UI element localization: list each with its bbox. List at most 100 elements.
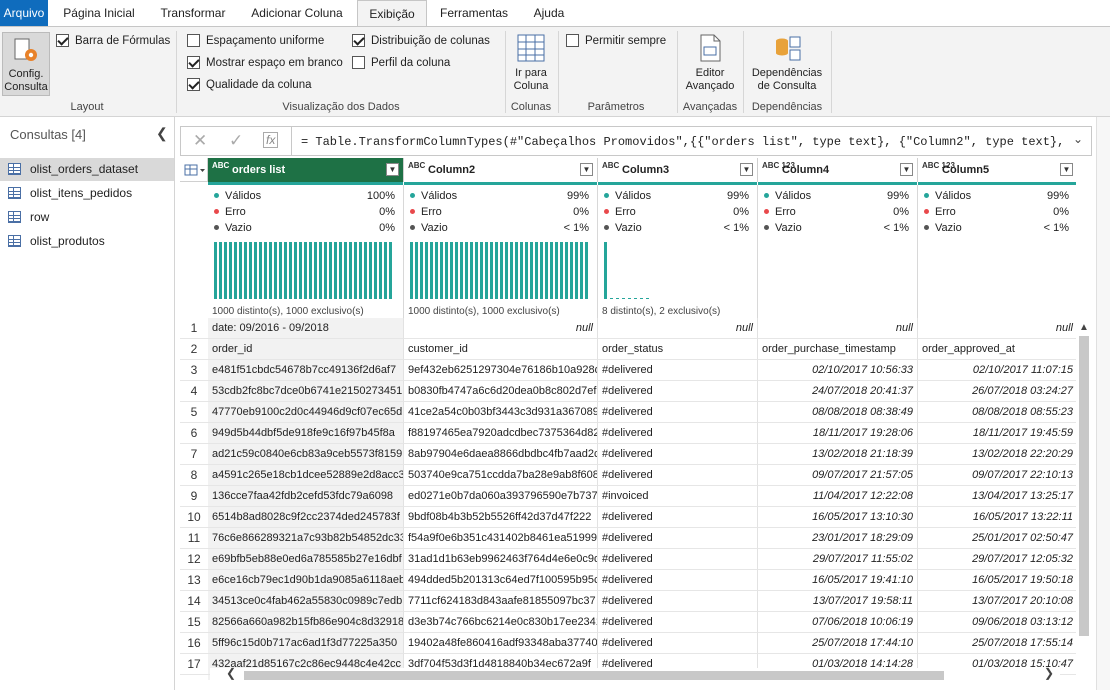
table-cell[interactable]: #delivered bbox=[598, 633, 758, 654]
horizontal-scrollbar[interactable]: ❮ ❯ bbox=[210, 666, 1060, 682]
horizontal-scroll-thumb[interactable] bbox=[244, 671, 944, 680]
column-distribution-checkbox[interactable]: Distribuição de colunas bbox=[352, 33, 490, 49]
row-number[interactable]: 1 bbox=[180, 318, 208, 339]
filter-dropdown-icon[interactable]: ▼ bbox=[740, 163, 753, 176]
column-distribution-check-box[interactable] bbox=[352, 34, 365, 47]
table-cell[interactable]: order_status bbox=[598, 339, 758, 360]
tab-transformar[interactable]: Transformar bbox=[150, 0, 236, 26]
tab-pagina-inicial[interactable]: Página Inicial bbox=[56, 0, 142, 26]
table-cell[interactable]: order_approved_at bbox=[918, 339, 1076, 360]
table-cell[interactable]: 41ce2a54c0b03bf3443c3d931a367089 bbox=[404, 402, 598, 423]
table-cell[interactable]: #delivered bbox=[598, 444, 758, 465]
row-number[interactable]: 17 bbox=[180, 654, 208, 675]
always-allow-check-box[interactable] bbox=[566, 34, 579, 47]
formula-text[interactable]: = Table.TransformColumnTypes(#"Cabeçalho… bbox=[301, 135, 1061, 149]
table-cell[interactable]: e481f51cbdc54678b7cc49136f2d6af7 bbox=[208, 360, 404, 381]
table-cell[interactable]: 29/07/2017 11:55:02 bbox=[758, 549, 918, 570]
monospace-check-box[interactable] bbox=[187, 34, 200, 47]
table-cell[interactable]: d3e3b74c766bc6214e0c830b17ee2341 bbox=[404, 612, 598, 633]
cancel-x-icon[interactable]: ✕ bbox=[193, 131, 207, 151]
row-number[interactable]: 8 bbox=[180, 465, 208, 486]
table-cell[interactable]: 6514b8ad8028c9f2cc2374ded245783f bbox=[208, 507, 404, 528]
table-cell[interactable]: 25/01/2017 02:50:47 bbox=[918, 528, 1076, 549]
table-cell[interactable]: 09/07/2017 21:57:05 bbox=[758, 465, 918, 486]
table-cell[interactable]: 11/04/2017 12:22:08 bbox=[758, 486, 918, 507]
query-item-olist-produtos[interactable]: olist_produtos bbox=[0, 230, 174, 253]
commit-check-icon[interactable]: ✓ bbox=[229, 131, 243, 151]
table-cell[interactable]: #delivered bbox=[598, 528, 758, 549]
scroll-right-icon[interactable]: ❯ bbox=[1044, 666, 1054, 680]
row-number[interactable]: 7 bbox=[180, 444, 208, 465]
tab-exibicao[interactable]: Exibição bbox=[357, 0, 427, 27]
table-cell[interactable]: 31ad1d1b63eb9962463f764d4e6e0c9d bbox=[404, 549, 598, 570]
table-cell[interactable]: 07/06/2018 10:06:19 bbox=[758, 612, 918, 633]
table-cell[interactable]: 02/10/2017 11:07:15 bbox=[918, 360, 1076, 381]
table-cell[interactable]: 08/08/2018 08:38:49 bbox=[758, 402, 918, 423]
table-cell[interactable]: #delivered bbox=[598, 360, 758, 381]
table-cell[interactable]: null bbox=[758, 318, 918, 339]
tab-adicionar-coluna[interactable]: Adicionar Coluna bbox=[244, 0, 350, 26]
table-cell[interactable]: 76c6e866289321a7c93b82b54852dc33 bbox=[208, 528, 404, 549]
column-quality-checkbox[interactable]: Qualidade da coluna bbox=[187, 77, 312, 93]
table-cell[interactable]: 16/05/2017 19:50:18 bbox=[918, 570, 1076, 591]
table-cell[interactable]: 53cdb2fc8bc7dce0b6741e2150273451 bbox=[208, 381, 404, 402]
table-cell[interactable]: 24/07/2018 20:41:37 bbox=[758, 381, 918, 402]
table-cell[interactable]: 18/11/2017 19:28:06 bbox=[758, 423, 918, 444]
formula-bar-check-box[interactable] bbox=[56, 34, 69, 47]
table-cell[interactable]: b0830fb4747a6c6d20dea0b8c802d7ef bbox=[404, 381, 598, 402]
scroll-left-icon[interactable]: ❮ bbox=[226, 666, 236, 680]
table-cell[interactable]: 47770eb9100c2d0c44946d9cf07ec65d bbox=[208, 402, 404, 423]
whitespace-check-box[interactable] bbox=[187, 56, 200, 69]
table-cell[interactable]: 7711cf624183d843aafe81855097bc37 bbox=[404, 591, 598, 612]
table-cell[interactable]: #delivered bbox=[598, 423, 758, 444]
table-cell[interactable]: 13/07/2017 20:10:08 bbox=[918, 591, 1076, 612]
collapse-chevron-icon[interactable]: ❮ bbox=[156, 125, 168, 142]
query-item-olist-orders-dataset[interactable]: olist_orders_dataset bbox=[0, 158, 174, 181]
row-number[interactable]: 6 bbox=[180, 423, 208, 444]
column-profile-check-box[interactable] bbox=[352, 56, 365, 69]
column-type-icon[interactable]: ABC bbox=[212, 161, 229, 170]
table-cell[interactable]: f88197465ea7920adcdbec7375364d82 bbox=[404, 423, 598, 444]
fx-icon[interactable]: fx bbox=[263, 132, 279, 148]
filter-dropdown-icon[interactable]: ▼ bbox=[580, 163, 593, 176]
column-profile-checkbox[interactable]: Perfil da coluna bbox=[352, 55, 450, 71]
row-number[interactable]: 12 bbox=[180, 549, 208, 570]
column-type-icon[interactable]: ABC bbox=[602, 161, 619, 170]
row-number[interactable]: 11 bbox=[180, 528, 208, 549]
filter-dropdown-icon[interactable]: ▼ bbox=[1060, 163, 1073, 176]
table-cell[interactable]: 16/05/2017 13:22:11 bbox=[918, 507, 1076, 528]
query-dependencies-button[interactable]: Dependências de Consulta bbox=[748, 33, 826, 93]
table-cell[interactable]: ed0271e0b7da060a393796590e7b737a bbox=[404, 486, 598, 507]
table-cell[interactable]: #delivered bbox=[598, 381, 758, 402]
row-number[interactable]: 4 bbox=[180, 381, 208, 402]
table-cell[interactable]: 9ef432eb6251297304e76186b10a928d bbox=[404, 360, 598, 381]
monospace-checkbox[interactable]: Espaçamento uniforme bbox=[187, 33, 324, 49]
table-cell[interactable]: ad21c59c0840e6cb83a9ceb5573f8159 bbox=[208, 444, 404, 465]
row-number[interactable]: 10 bbox=[180, 507, 208, 528]
table-cell[interactable]: 503740e9ca751ccdda7ba28e9ab8f608 bbox=[404, 465, 598, 486]
query-settings-pane-strip[interactable] bbox=[1096, 117, 1110, 690]
table-cell[interactable]: order_id bbox=[208, 339, 404, 360]
filter-dropdown-icon[interactable]: ▼ bbox=[900, 163, 913, 176]
expand-chevron-down-icon[interactable]: ⌄ bbox=[1073, 132, 1083, 146]
table-cell[interactable]: a4591c265e18cb1dcee52889e2d8acc3 bbox=[208, 465, 404, 486]
query-item-olist-itens-pedidos[interactable]: olist_itens_pedidos bbox=[0, 182, 174, 205]
table-cell[interactable]: 08/08/2018 08:55:23 bbox=[918, 402, 1076, 423]
table-cell[interactable]: #delivered bbox=[598, 612, 758, 633]
row-number[interactable]: 18 bbox=[180, 675, 208, 680]
go-to-column-button[interactable]: Ir para Coluna bbox=[508, 33, 554, 93]
query-settings-button[interactable]: Config. Consulta bbox=[2, 32, 50, 96]
scroll-up-icon[interactable]: ▲ bbox=[1079, 322, 1089, 333]
vertical-scrollbar[interactable]: ▲ bbox=[1076, 320, 1092, 650]
table-cell[interactable]: 8ab97904e6daea8866dbdbc4fb7aad2c bbox=[404, 444, 598, 465]
table-cell[interactable]: 34513ce0c4fab462a55830c0989c7edb bbox=[208, 591, 404, 612]
table-cell[interactable]: 16/05/2017 13:10:30 bbox=[758, 507, 918, 528]
table-cell[interactable]: 25/07/2018 17:44:10 bbox=[758, 633, 918, 654]
column-header-1[interactable]: ABC orders list ▼ bbox=[208, 158, 404, 182]
table-cell[interactable]: #delivered bbox=[598, 507, 758, 528]
row-number[interactable]: 2 bbox=[180, 339, 208, 360]
row-number[interactable]: 5 bbox=[180, 402, 208, 423]
table-cell[interactable]: 9bdf08b4b3b52b5526ff42d37d47f222 bbox=[404, 507, 598, 528]
table-cell[interactable]: 136cce7faa42fdb2cefd53fdc79a6098 bbox=[208, 486, 404, 507]
table-cell[interactable]: 23/01/2017 18:29:09 bbox=[758, 528, 918, 549]
